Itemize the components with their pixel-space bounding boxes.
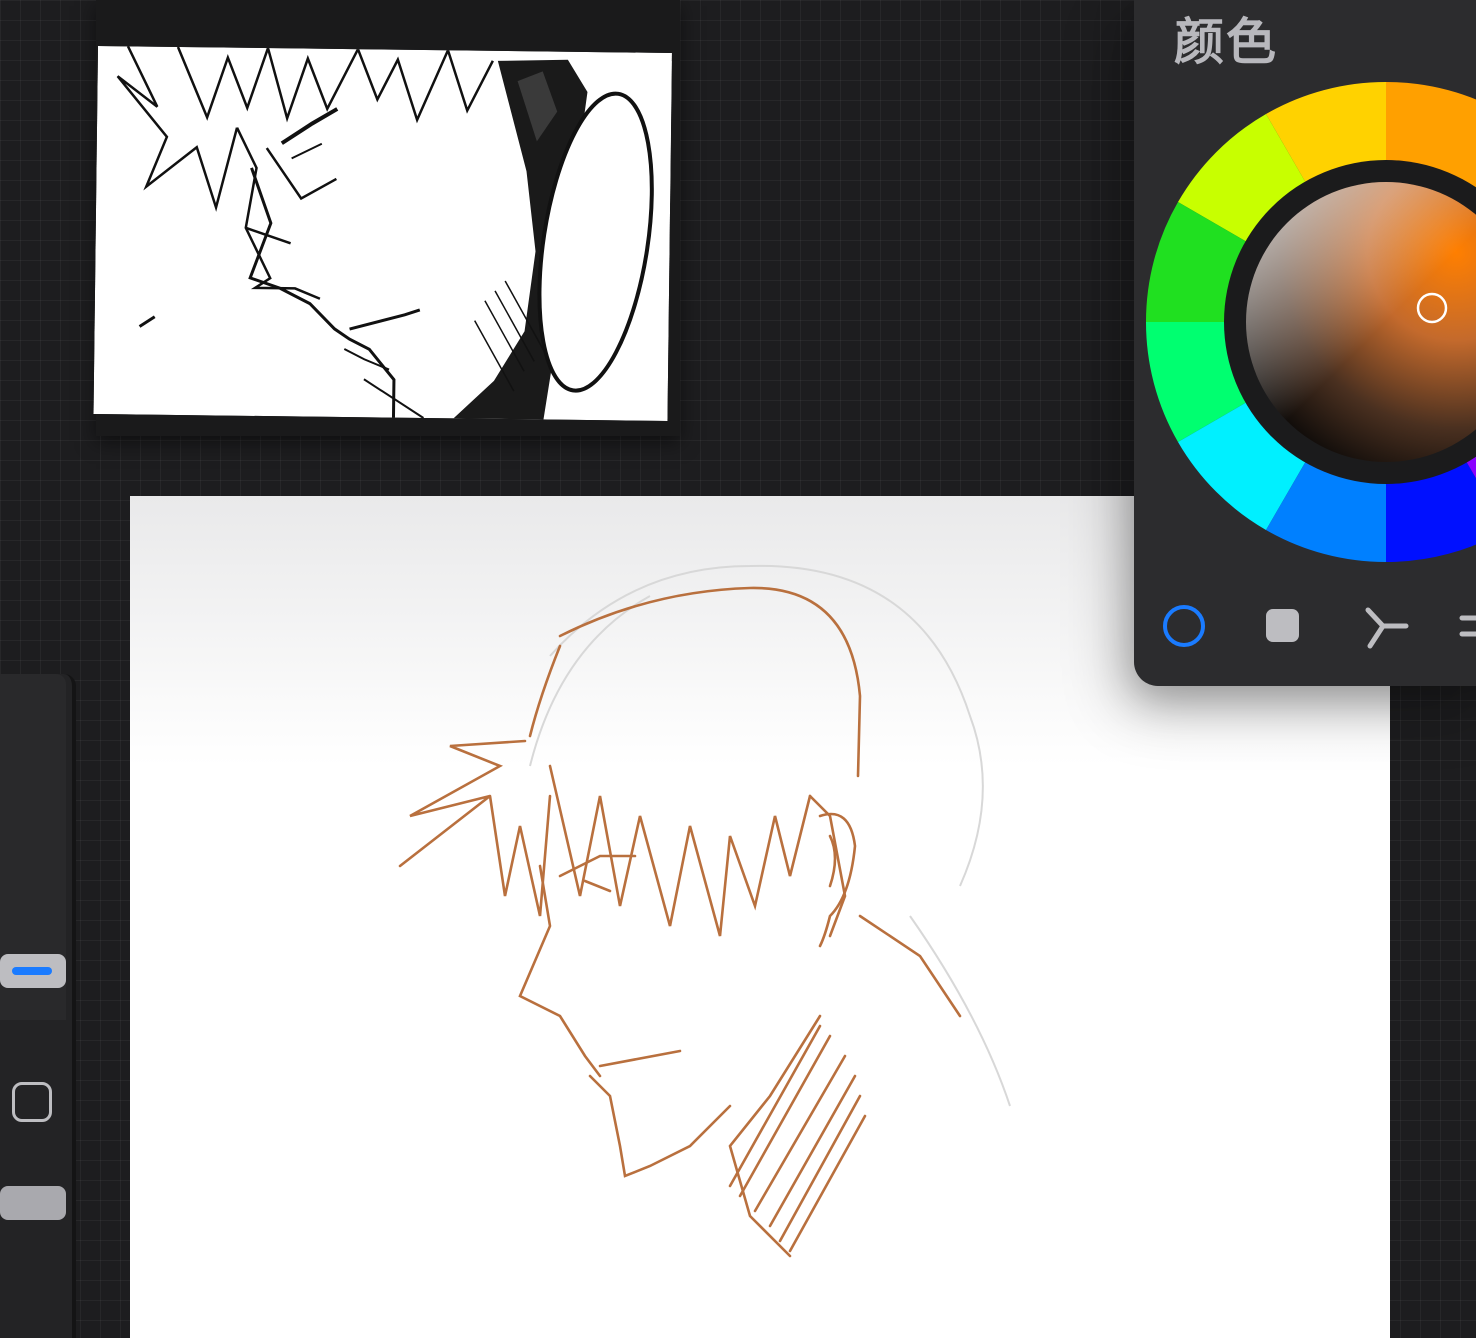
disc-mode-tab[interactable] bbox=[1154, 596, 1214, 656]
value-mode-tab[interactable] bbox=[1452, 596, 1476, 656]
side-toolbar bbox=[0, 674, 76, 1338]
modify-button[interactable] bbox=[12, 1082, 52, 1122]
color-panel[interactable]: 颜色 bbox=[1134, 0, 1476, 686]
reference-image[interactable] bbox=[93, 46, 672, 421]
brush-size-slider-thumb[interactable] bbox=[0, 954, 66, 988]
opacity-slider-thumb[interactable] bbox=[0, 1186, 66, 1220]
classic-mode-tab[interactable] bbox=[1252, 596, 1312, 656]
color-wheel[interactable] bbox=[1134, 0, 1476, 600]
slider-active-indicator bbox=[12, 967, 52, 975]
harmony-mode-tab[interactable] bbox=[1356, 596, 1416, 656]
